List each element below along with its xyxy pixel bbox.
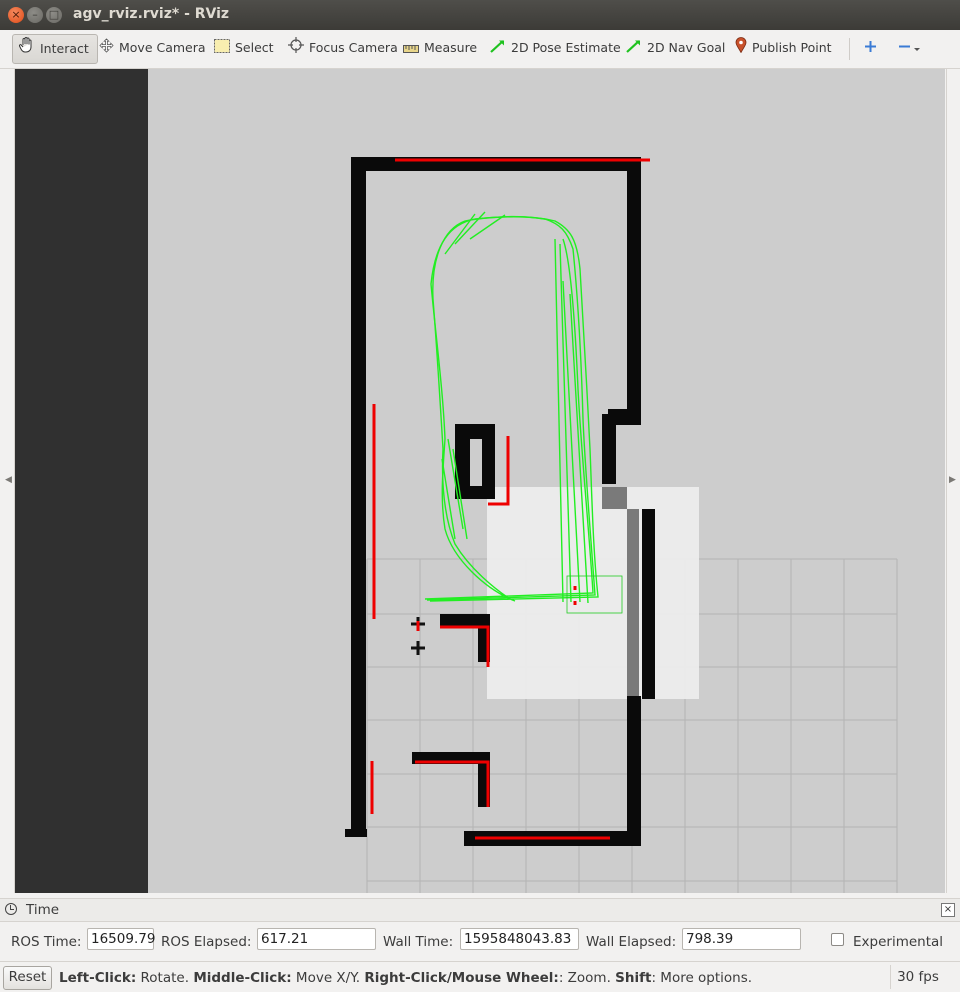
- 2d-pose-estimate-tool-button[interactable]: 2D Pose Estimate: [490, 34, 621, 62]
- crosshair-icon: [288, 35, 304, 63]
- interact-tool-label: Interact: [40, 41, 89, 56]
- hand-icon: [17, 36, 35, 64]
- mouse-hint-text: Left-Click: Rotate. Middle-Click: Move X…: [59, 970, 752, 986]
- ruler-icon: [403, 35, 419, 63]
- add-tool-button[interactable]: [864, 34, 882, 62]
- window-close-button[interactable]: ×: [8, 7, 24, 23]
- window-titlebar: × – □ agv_rviz.rviz* - RViz: [0, 0, 960, 30]
- focus-camera-tool-label: Focus Camera: [309, 40, 398, 55]
- fps-display: 30 fps: [890, 965, 945, 989]
- reset-button[interactable]: Reset: [3, 966, 52, 990]
- ros-elapsed-label: ROS Elapsed:: [161, 934, 252, 950]
- close-icon: ×: [943, 904, 953, 915]
- maximize-icon: □: [48, 8, 60, 21]
- publish-point-tool-label: Publish Point: [752, 40, 832, 55]
- measure-tool-label: Measure: [424, 40, 478, 55]
- occupancy-map-area: [148, 69, 945, 893]
- map-render: [148, 69, 945, 893]
- map-pin-icon: [735, 35, 747, 63]
- select-box-icon: [214, 35, 230, 63]
- left-dock-gutter: [2, 69, 15, 893]
- experimental-label: Experimental: [853, 934, 944, 950]
- measure-tool-button[interactable]: Measure: [403, 34, 477, 62]
- select-tool-button[interactable]: Select: [214, 34, 274, 62]
- ros-time-label: ROS Time:: [11, 934, 82, 950]
- ros-elapsed-field[interactable]: 617.21: [257, 928, 376, 950]
- plus-icon: [864, 35, 877, 63]
- wall-elapsed-label: Wall Elapsed:: [586, 934, 677, 950]
- clock-icon: [5, 903, 17, 915]
- move-camera-tool-button[interactable]: Move Camera: [99, 34, 206, 62]
- hint-text: Move X/Y.: [291, 970, 365, 986]
- window-maximize-button[interactable]: □: [46, 7, 62, 23]
- time-panel-header: Time ×: [0, 898, 960, 922]
- wall-hollow: [470, 439, 482, 486]
- window-minimize-button[interactable]: –: [27, 7, 43, 23]
- 2d-pose-estimate-tool-label: 2D Pose Estimate: [511, 40, 621, 55]
- time-panel: Time × ROS Time: 16509.79 ROS Elapsed: 6…: [0, 898, 960, 960]
- green-arrow-icon: [490, 35, 506, 63]
- hint-text: Rotate.: [136, 970, 194, 986]
- minus-icon: [898, 35, 920, 63]
- hint-text: : More options.: [651, 970, 753, 986]
- experimental-checkbox[interactable]: [831, 933, 844, 946]
- toolbar-separator: [849, 38, 850, 60]
- wall-elapsed-field[interactable]: 798.39: [682, 928, 801, 950]
- ros-time-field[interactable]: 16509.79: [87, 928, 155, 950]
- hint-text: : Zoom.: [558, 970, 616, 986]
- time-panel-title: Time: [26, 902, 60, 918]
- select-tool-label: Select: [235, 40, 274, 55]
- interact-tool-button[interactable]: Interact: [12, 34, 98, 64]
- window-title: agv_rviz.rviz* - RViz: [73, 6, 230, 22]
- render-viewport[interactable]: [15, 69, 945, 893]
- wall-time-field[interactable]: 1595848043.83: [460, 928, 579, 950]
- 2d-nav-goal-tool-label: 2D Nav Goal: [647, 40, 726, 55]
- status-bar: Reset Left-Click: Rotate. Middle-Click: …: [0, 961, 960, 992]
- 2d-nav-goal-tool-button[interactable]: 2D Nav Goal: [626, 34, 725, 62]
- remove-tool-button[interactable]: [898, 34, 925, 62]
- wall-time-label: Wall Time:: [383, 934, 454, 950]
- hint-key: Left-Click:: [59, 970, 137, 986]
- tools-toolbar: Interact Move Camera Select Focus Camera…: [0, 30, 960, 69]
- move-camera-tool-label: Move Camera: [119, 40, 206, 55]
- hint-key: Middle-Click:: [193, 970, 292, 986]
- minimize-icon: –: [32, 8, 38, 21]
- focus-camera-tool-button[interactable]: Focus Camera: [288, 34, 398, 62]
- close-icon: ×: [11, 8, 21, 21]
- hint-key: Shift: [615, 970, 652, 986]
- green-arrow-icon: [626, 35, 642, 63]
- publish-point-tool-button[interactable]: Publish Point: [735, 34, 832, 62]
- move-camera-icon: [99, 35, 114, 63]
- right-dock-gutter: [946, 69, 959, 893]
- hint-key: Right-Click/Mouse Wheel:: [364, 970, 559, 986]
- time-panel-close-button[interactable]: ×: [941, 903, 955, 917]
